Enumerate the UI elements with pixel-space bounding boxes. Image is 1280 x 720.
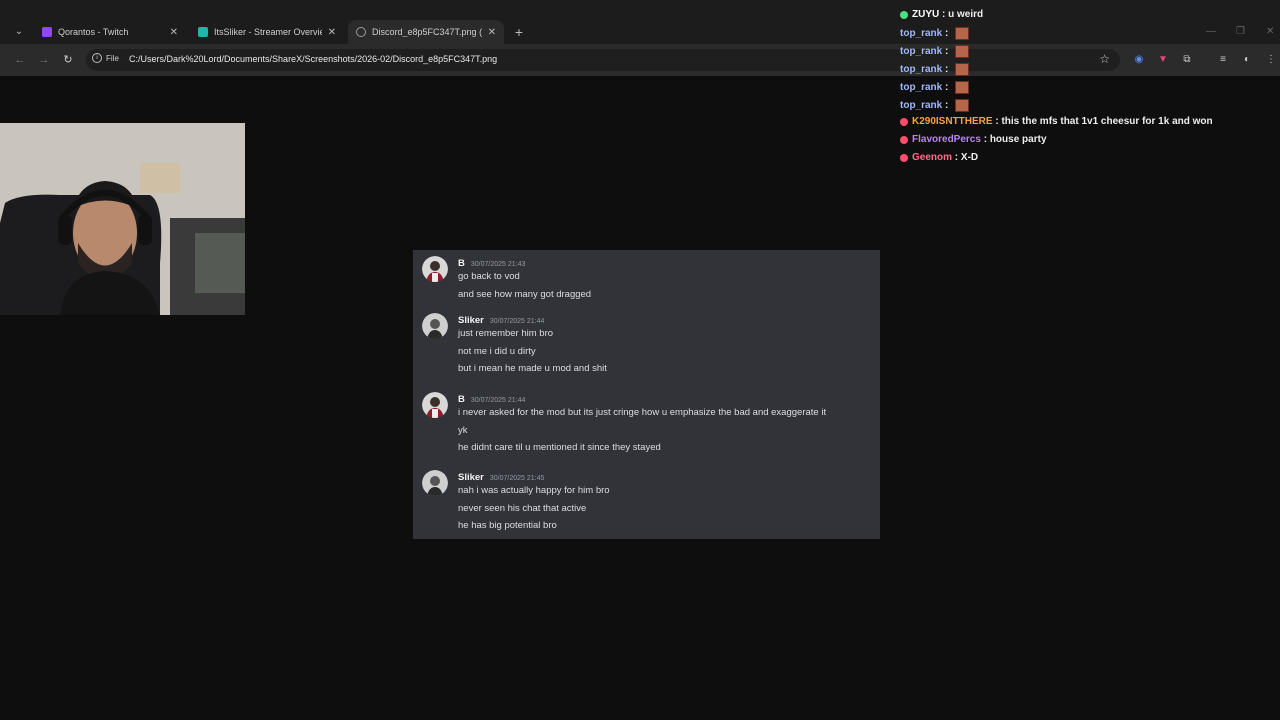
globe-favicon-icon — [356, 27, 366, 37]
message-line: but i mean he made u mod and shit — [458, 363, 607, 374]
chat-separator: : — [992, 116, 1002, 127]
user-avatar — [422, 313, 448, 339]
message-timestamp: 30/07/2025 21:44 — [470, 397, 526, 404]
forward-arrow-icon[interactable]: → — [36, 52, 52, 68]
chat-username[interactable]: top_rank — [900, 28, 942, 39]
tab-title: Discord_e8p5FC347T.png (701× — [372, 27, 482, 37]
chat-emote-icon — [955, 45, 970, 58]
message-line: just remember him bro — [458, 328, 554, 339]
chat-separator: : — [952, 152, 961, 163]
chat-text: house party — [989, 134, 1047, 145]
chat-separator: : — [942, 46, 952, 57]
message-line: i never asked for the mod but its just c… — [458, 407, 827, 418]
chat-username[interactable]: top_rank — [900, 64, 942, 75]
chat-emote-icon — [955, 99, 970, 112]
new-tab-button[interactable]: + — [510, 22, 528, 42]
chat-username[interactable]: top_rank — [900, 100, 942, 111]
chat-username[interactable]: FlavoredPercs — [912, 134, 981, 145]
user-avatar — [422, 256, 448, 282]
chat-separator: : — [980, 134, 990, 145]
chat-separator: : — [942, 64, 952, 75]
reload-icon[interactable]: ↻ — [60, 52, 76, 68]
discord-message: Sliker 30/07/2025 21:44 just remember him … — [413, 313, 880, 378]
message-line: not me i did u dirty — [458, 345, 536, 357]
user-avatar — [422, 470, 448, 496]
message-line: he has big potential bro — [458, 520, 557, 531]
chat-username[interactable]: top_rank — [900, 82, 942, 93]
streamer-overview-favicon-icon — [198, 27, 208, 37]
chat-username[interactable]: K290ISNTTHERE — [912, 116, 993, 127]
user-avatar — [422, 392, 448, 418]
chat-text: X-D — [960, 152, 979, 163]
chat-username[interactable]: Geenom — [912, 152, 952, 163]
message-timestamp: 30/07/2025 21:44 — [489, 318, 545, 325]
tab-search-chevron-icon[interactable]: ⌄ — [8, 22, 30, 42]
discord-message: Sliker 30/07/2025 21:45 nah i was actually… — [413, 470, 880, 535]
message-author: B — [458, 394, 465, 405]
close-tab-icon[interactable]: ✕ — [488, 27, 496, 38]
discord-screenshot: B 30/07/2025 21:43 go back to vod and see h… — [413, 250, 880, 539]
chat-badge-icon — [900, 10, 908, 19]
message-timestamp: 30/07/2025 21:45 — [489, 475, 545, 482]
discord-message: B 30/07/2025 21:43 go back to vod and see h… — [413, 256, 880, 304]
tab-title: ItsSliker - Streamer Overview & — [214, 27, 322, 37]
tab-title: Qorantos - Twitch — [58, 27, 129, 37]
twitch-chat-overlay: ZUYU : u weird top_rank : top_rank : top_… — [900, 0, 1280, 170]
message-author: Sliker — [458, 472, 484, 483]
discord-message: B 30/07/2025 21:44 i never asked for the m… — [413, 392, 880, 457]
chat-emote-icon — [955, 27, 970, 40]
message-header: Sliker 30/07/2025 21:44 — [458, 315, 544, 326]
message-timestamp: 30/07/2025 21:43 — [470, 261, 526, 268]
chat-separator: : — [939, 9, 949, 20]
chat-message: FlavoredPercs : house party — [900, 134, 1047, 145]
chat-emote-icon — [955, 63, 970, 76]
chat-message: ZUYU : u weird — [900, 9, 983, 20]
message-line: nah i was actually happy for him bro — [458, 485, 610, 496]
message-line: and see how many got dragged — [458, 288, 592, 300]
chat-username[interactable]: ZUYU — [912, 9, 939, 20]
message-author: Sliker — [458, 315, 484, 326]
chat-message: top_rank : — [900, 63, 970, 76]
chat-message: top_rank : — [900, 81, 970, 94]
chat-username[interactable]: top_rank — [900, 46, 942, 57]
chat-message: top_rank : — [900, 45, 970, 58]
chat-message: top_rank : — [900, 99, 970, 112]
message-header: B 30/07/2025 21:44 — [458, 394, 525, 405]
chat-separator: : — [942, 82, 952, 93]
message-line: go back to vod — [458, 271, 520, 282]
chat-text: u weird — [948, 9, 984, 20]
chat-message: K290ISNTTHERE : this the mfs that 1v1 ch… — [900, 116, 1213, 127]
message-author: B — [458, 258, 465, 269]
message-line: yk — [458, 424, 468, 436]
url-text[interactable]: C:/Users/Dark%20Lord/Documents/ShareX/Sc… — [129, 54, 497, 64]
webcam-feed-image — [0, 123, 245, 315]
message-line: never seen his chat that active — [458, 502, 587, 514]
chat-emote-icon — [955, 81, 970, 94]
chat-message: Geenom : X-D — [900, 152, 978, 163]
chat-badge-icon — [900, 135, 908, 144]
tab-discord-png[interactable]: Discord_e8p5FC347T.png (701× ✕ — [348, 20, 504, 44]
tab-streamer-overview[interactable]: ItsSliker - Streamer Overview & ✕ — [190, 20, 344, 44]
chat-text: this the mfs that 1v1 cheesur for 1k and… — [1001, 116, 1213, 127]
info-icon: i — [92, 53, 102, 63]
chat-separator: : — [942, 28, 952, 39]
message-line: he didnt care til u mentioned it since t… — [458, 442, 661, 453]
chat-separator: : — [942, 100, 952, 111]
site-info-chip[interactable]: i File — [92, 53, 119, 63]
twitch-favicon-icon — [42, 27, 52, 37]
chat-badge-icon — [900, 117, 908, 126]
message-header: B 30/07/2025 21:43 — [458, 258, 525, 269]
streamer-webcam — [0, 123, 245, 315]
message-header: Sliker 30/07/2025 21:45 — [458, 472, 544, 483]
close-tab-icon[interactable]: ✕ — [328, 27, 336, 38]
chat-message: top_rank : — [900, 27, 970, 40]
chat-badge-icon — [900, 153, 908, 162]
close-tab-icon[interactable]: ✕ — [170, 27, 178, 38]
scheme-label: File — [106, 53, 119, 63]
back-arrow-icon[interactable]: ← — [12, 52, 28, 68]
tab-qorantos-twitch[interactable]: Qorantos - Twitch ✕ — [34, 20, 186, 44]
